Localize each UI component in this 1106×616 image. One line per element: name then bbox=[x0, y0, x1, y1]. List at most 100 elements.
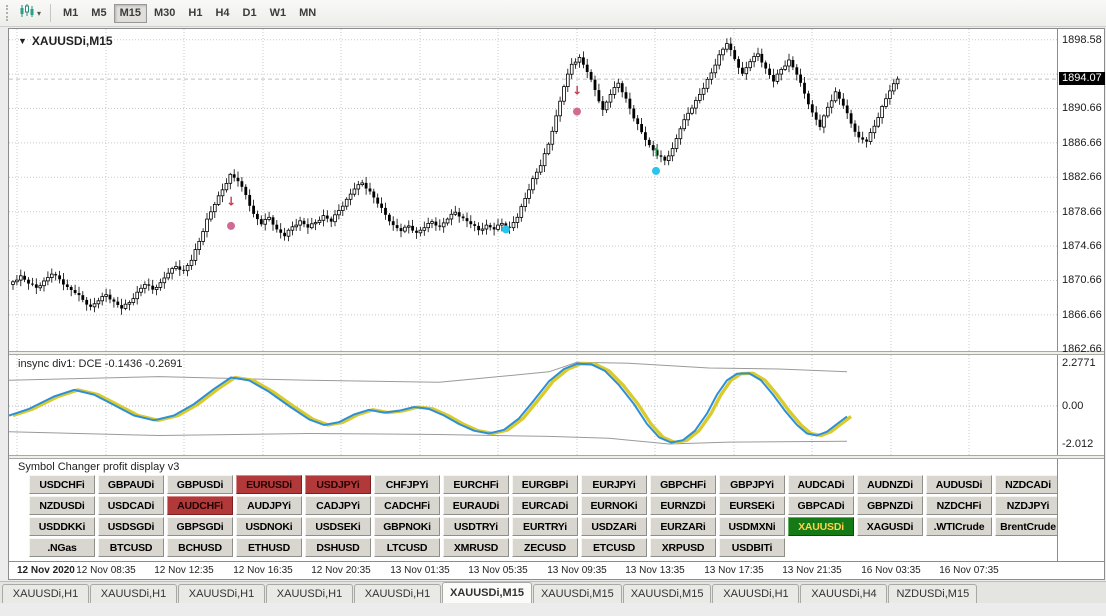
timeframe-button-m15[interactable]: M15 bbox=[114, 4, 147, 23]
symbol-button-eurchfi[interactable]: EURCHFi bbox=[443, 475, 509, 494]
symbol-button-gbpusdi[interactable]: GBPUSDi bbox=[167, 475, 233, 494]
symbol-button-ethusd[interactable]: ETHUSD bbox=[236, 538, 302, 557]
time-axis-label: 13 Nov 21:35 bbox=[782, 565, 842, 576]
symbol-button-usdcadi[interactable]: USDCADi bbox=[98, 496, 164, 515]
symbol-button-eurzari[interactable]: EURZARi bbox=[650, 517, 716, 536]
symbol-button-etcusd[interactable]: ETCUSD bbox=[581, 538, 647, 557]
symbol-button-xauusdi[interactable]: XAUUSDi bbox=[788, 517, 854, 536]
symbol-button-usdbiti[interactable]: USDBITi bbox=[719, 538, 785, 557]
symbol-button-dshusd[interactable]: DSHUSD bbox=[305, 538, 371, 557]
indicator-axis: 2.27710.00-2.012 bbox=[1057, 355, 1104, 455]
collapse-triangle-icon[interactable]: ▼ bbox=[18, 36, 27, 46]
symbol-button-usdjpyi[interactable]: USDJPYi bbox=[305, 475, 371, 494]
symbol-button-gbpnoki[interactable]: GBPNOKi bbox=[374, 517, 440, 536]
chart-tab-9-xauusdi-h1[interactable]: XAUUSDi,H1 bbox=[712, 584, 799, 603]
time-axis: 12 Nov 202012 Nov 08:3512 Nov 12:3512 No… bbox=[9, 561, 1104, 579]
timeframe-button-m5[interactable]: M5 bbox=[85, 4, 112, 23]
time-axis-label: 12 Nov 12:35 bbox=[154, 565, 214, 576]
price-axis-label: 1890.66 bbox=[1062, 102, 1102, 114]
symbol-button-cadjpyi[interactable]: CADJPYi bbox=[305, 496, 371, 515]
symbol-button-xagusdi[interactable]: XAGUSDi bbox=[857, 517, 923, 536]
symbol-button-gbpjpyi[interactable]: GBPJPYi bbox=[719, 475, 785, 494]
timeframe-button-h4[interactable]: H4 bbox=[209, 4, 235, 23]
timeframe-button-w1[interactable]: W1 bbox=[264, 4, 293, 23]
symbol-button-eurtryi[interactable]: EURTRYi bbox=[512, 517, 578, 536]
symbol-button-zecusd[interactable]: ZECUSD bbox=[512, 538, 578, 557]
symbol-button-btcusd[interactable]: BTCUSD bbox=[98, 538, 164, 557]
symbol-button-eurseki[interactable]: EURSEKi bbox=[719, 496, 785, 515]
symbol-button-cadchfi[interactable]: CADCHFi bbox=[374, 496, 440, 515]
chart-tab-4-xauusdi-h1[interactable]: XAUUSDi,H1 bbox=[266, 584, 353, 603]
symbol-button-eurgbpi[interactable]: EURGBPi bbox=[512, 475, 578, 494]
symbol-button-nzdjpyi[interactable]: NZDJPYi bbox=[995, 496, 1061, 515]
symbol-button-gbpnzdi[interactable]: GBPNZDi bbox=[857, 496, 923, 515]
symbol-button-usdmxni[interactable]: USDMXNi bbox=[719, 517, 785, 536]
chart-tab-7-xauusdi-m15[interactable]: XAUUSDi,M15 bbox=[533, 584, 622, 603]
symbol-button-usdsgdi[interactable]: USDSGDi bbox=[98, 517, 164, 536]
symbol-button-eurnzdi[interactable]: EURNZDi bbox=[650, 496, 716, 515]
chart-tab-8-xauusdi-m15[interactable]: XAUUSDi,M15 bbox=[623, 584, 712, 603]
chart-tab-3-xauusdi-h1[interactable]: XAUUSDi,H1 bbox=[178, 584, 265, 603]
symbol-button-ngas[interactable]: .NGas bbox=[29, 538, 95, 557]
chart-title-overlay[interactable]: ▼ XAUUSDi,M15 bbox=[18, 34, 113, 48]
symbol-button-ltcusd[interactable]: LTCUSD bbox=[374, 538, 440, 557]
indicator-pane[interactable]: insync div1: DCE -0.1436 -0.2691 2.27710… bbox=[9, 355, 1104, 455]
symbol-button-usdchfi[interactable]: USDCHFi bbox=[29, 475, 95, 494]
timeframe-button-mn[interactable]: MN bbox=[293, 4, 322, 23]
symbol-button-usdzari[interactable]: USDZARi bbox=[581, 517, 647, 536]
toolbar-drag-handle[interactable] bbox=[6, 5, 11, 21]
symbol-button-nzdusdi[interactable]: NZDUSDi bbox=[29, 496, 95, 515]
chart-type-button[interactable]: ▾ bbox=[16, 3, 44, 24]
symbol-button-eurusdi[interactable]: EURUSDi bbox=[236, 475, 302, 494]
timeframe-button-h1[interactable]: H1 bbox=[182, 4, 208, 23]
indicator-axis-label: -2.012 bbox=[1062, 438, 1093, 450]
candlestick-chart[interactable]: ↓↓↑ bbox=[9, 29, 1057, 351]
trade-markers-layer: ↓↓↑ bbox=[226, 83, 661, 233]
symbol-button-audchfi[interactable]: AUDCHFi bbox=[167, 496, 233, 515]
symbol-button-usddkki[interactable]: USDDKKi bbox=[29, 517, 95, 536]
chart-window: ↓↓↑ ▼ XAUUSDi,M15 1898.581890.661886.661… bbox=[8, 28, 1105, 580]
symbol-button-gbpchfi[interactable]: GBPCHFi bbox=[650, 475, 716, 494]
timeframe-button-m30[interactable]: M30 bbox=[148, 4, 181, 23]
chart-tabs: XAUUSDi,H1XAUUSDi,H1XAUUSDi,H1XAUUSDi,H1… bbox=[0, 581, 1106, 603]
timeframe-button-m1[interactable]: M1 bbox=[57, 4, 84, 23]
price-pane[interactable]: ↓↓↑ ▼ XAUUSDi,M15 1898.581890.661886.661… bbox=[9, 29, 1104, 351]
chart-tab-11-nzdusdi-m15[interactable]: NZDUSDi,M15 bbox=[888, 584, 977, 603]
symbol-button-euraudi[interactable]: EURAUDi bbox=[443, 496, 509, 515]
symbol-button-brentcrude[interactable]: BrentCrude bbox=[995, 517, 1061, 536]
symbol-button-usdtryi[interactable]: USDTRYi bbox=[443, 517, 509, 536]
symbol-button-audjpyi[interactable]: AUDJPYi bbox=[236, 496, 302, 515]
symbol-button-gbpsgdi[interactable]: GBPSGDi bbox=[167, 517, 233, 536]
symbol-button-xrpusd[interactable]: XRPUSD bbox=[650, 538, 716, 557]
timeframe-button-d1[interactable]: D1 bbox=[237, 4, 263, 23]
symbol-button-nzdchfi[interactable]: NZDCHFi bbox=[926, 496, 992, 515]
chart-tab-1-xauusdi-h1[interactable]: XAUUSDi,H1 bbox=[2, 584, 89, 603]
indicator-chart[interactable] bbox=[9, 355, 1057, 455]
indicator-axis-label: 2.2771 bbox=[1062, 357, 1096, 369]
symbol-button-audcadi[interactable]: AUDCADi bbox=[788, 475, 854, 494]
symbol-button-nzdcadi[interactable]: NZDCADi bbox=[995, 475, 1061, 494]
price-axis-label: 1870.66 bbox=[1062, 274, 1102, 286]
symbol-row-2: NZDUSDiUSDCADiAUDCHFiAUDJPYiCADJPYiCADCH… bbox=[29, 496, 1061, 515]
symbol-button-usdnoki[interactable]: USDNOKi bbox=[236, 517, 302, 536]
symbol-row-4: .NGasBTCUSDBCHUSDETHUSDDSHUSDLTCUSDXMRUS… bbox=[29, 538, 1061, 557]
symbol-button-eurcadi[interactable]: EURCADi bbox=[512, 496, 578, 515]
symbol-button-audusdi[interactable]: AUDUSDi bbox=[926, 475, 992, 494]
price-axis-label: 1862.66 bbox=[1062, 343, 1102, 355]
chart-tab-5-xauusdi-h1[interactable]: XAUUSDi,H1 bbox=[354, 584, 441, 603]
symbol-button-usdseki[interactable]: USDSEKi bbox=[305, 517, 371, 536]
chart-tab-10-xauusdi-h4[interactable]: XAUUSDi,H4 bbox=[800, 584, 887, 603]
symbol-button-eurjpyi[interactable]: EURJPYi bbox=[581, 475, 647, 494]
time-axis-label: 13 Nov 01:35 bbox=[390, 565, 450, 576]
symbol-button-xmrusd[interactable]: XMRUSD bbox=[443, 538, 509, 557]
symbol-button-wticrude[interactable]: .WTICrude bbox=[926, 517, 992, 536]
time-axis-label: 16 Nov 07:35 bbox=[939, 565, 999, 576]
symbol-button-audnzdi[interactable]: AUDNZDi bbox=[857, 475, 923, 494]
chart-tab-2-xauusdi-h1[interactable]: XAUUSDi,H1 bbox=[90, 584, 177, 603]
chart-tab-6-xauusdi-m15[interactable]: XAUUSDi,M15 bbox=[442, 582, 532, 603]
symbol-button-bchusd[interactable]: BCHUSD bbox=[167, 538, 233, 557]
symbol-button-gbpaudi[interactable]: GBPAUDi bbox=[98, 475, 164, 494]
symbol-button-eurnoki[interactable]: EURNOKi bbox=[581, 496, 647, 515]
symbol-button-gbpcadi[interactable]: GBPCADi bbox=[788, 496, 854, 515]
symbol-button-chfjpyi[interactable]: CHFJPYi bbox=[374, 475, 440, 494]
